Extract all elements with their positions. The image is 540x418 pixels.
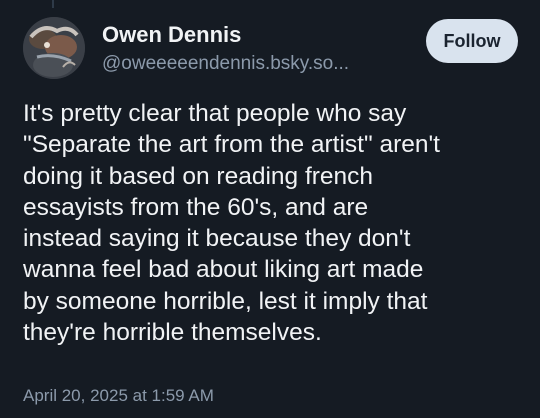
author-handle[interactable]: @oweeeeendennis.bsky.so... bbox=[102, 53, 410, 75]
post-text-line: essayists from the 60's, and are bbox=[23, 193, 369, 221]
avatar[interactable] bbox=[23, 17, 85, 79]
avatar-photo-icon bbox=[23, 17, 85, 79]
thread-connector-line bbox=[52, 0, 54, 8]
post-author: Owen Dennis @oweeeeendennis.bsky.so... bbox=[102, 22, 410, 75]
post-text-line: wanna feel bad about liking art made bbox=[23, 256, 424, 284]
post-text: It's pretty clear that people who say "S… bbox=[23, 98, 528, 348]
post-text-line: by someone horrible, lest it imply that bbox=[23, 287, 428, 315]
post-text-line: It's pretty clear that people who say bbox=[23, 100, 407, 127]
post-text-line: doing it based on reading french bbox=[23, 162, 374, 190]
post-text-line: instead saying it because they don't bbox=[23, 225, 411, 253]
post-text-line: they're horrible themselves. bbox=[23, 319, 322, 347]
post-timestamp[interactable]: April 20, 2025 at 1:59 AM bbox=[23, 386, 214, 406]
author-display-name[interactable]: Owen Dennis bbox=[102, 22, 410, 48]
follow-button[interactable]: Follow bbox=[426, 19, 518, 63]
post-text-line: "Separate the art from the artist" aren'… bbox=[23, 131, 440, 159]
